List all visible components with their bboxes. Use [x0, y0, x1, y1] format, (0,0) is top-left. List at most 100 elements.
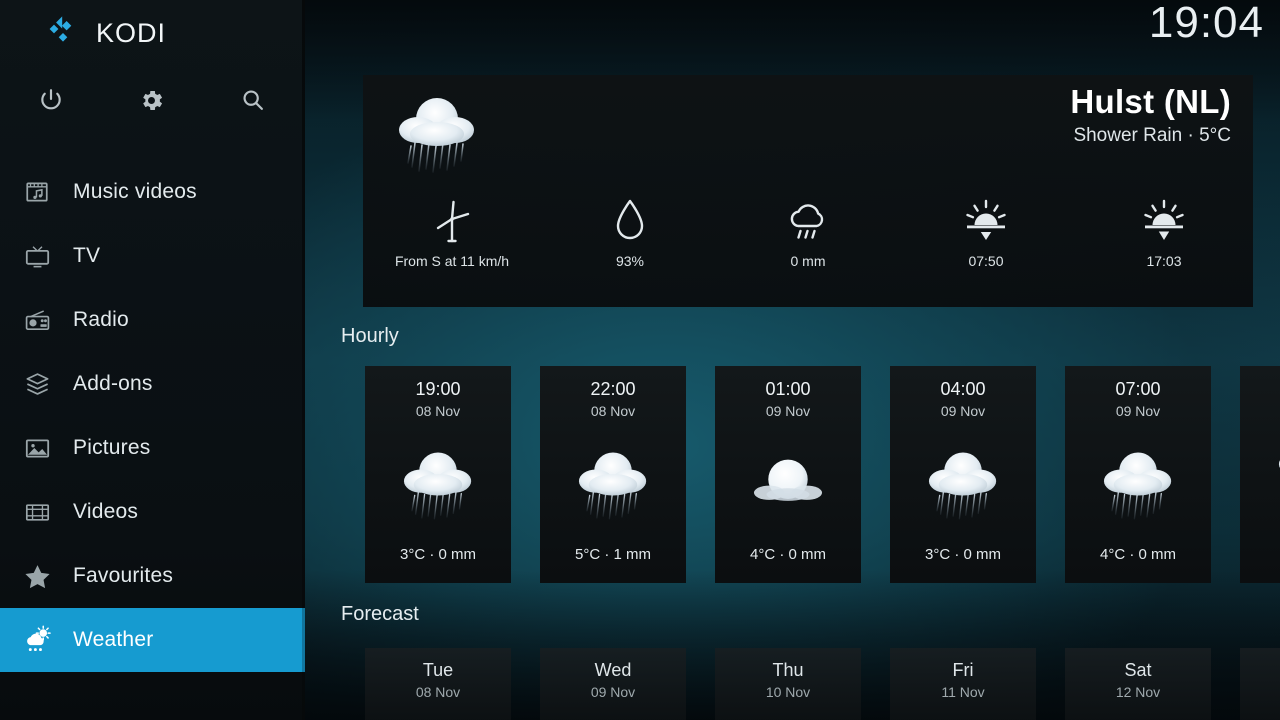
forecast-card[interactable] — [1240, 648, 1280, 720]
quick-action-bar — [0, 76, 305, 124]
forecast-day: Sat — [1124, 660, 1152, 680]
hourly-time: 01:00 — [765, 379, 811, 399]
sidebar-item-weather[interactable]: Weather — [0, 608, 305, 672]
sidebar-item-label: Radio — [73, 308, 129, 331]
stat-wind: From S at 11 km/h — [363, 191, 541, 307]
forecast-card[interactable]: Thu 10 Nov — [715, 648, 861, 720]
sidebar-item-label: Pictures — [73, 436, 151, 459]
hourly-values: 5°C · 1 mm — [574, 546, 651, 563]
current-city: Hulst (NL) — [1070, 83, 1231, 120]
stat-value: 17:03 — [1146, 253, 1182, 269]
addons-box-icon — [12, 371, 62, 398]
stat-sunset: 17:03 — [1075, 191, 1253, 307]
forecast-card[interactable]: Wed 09 Nov — [540, 648, 686, 720]
shower-rain-icon — [890, 419, 1036, 546]
power-button[interactable] — [0, 76, 101, 124]
brand: KODI — [48, 14, 166, 53]
hourly-values: 3°C · 0 mm — [399, 546, 476, 563]
picture-icon — [12, 435, 62, 462]
moon-cloud-icon — [715, 419, 861, 546]
sidebar-item-videos[interactable]: Videos — [0, 480, 305, 544]
forecast-day: Fri — [952, 660, 974, 680]
forecast-day: Thu — [772, 660, 804, 680]
hourly-values: 4°C · 0 mm — [1099, 546, 1176, 563]
hourly-card[interactable]: 04:00 09 Nov 3°C · 0 mm — [890, 366, 1036, 583]
sidebar-menu: Music videos TV Radio Add-ons Pictures V… — [0, 160, 305, 672]
weather-cloud-sun-rain-icon — [12, 625, 62, 655]
sidebar-item-pictures[interactable]: Pictures — [0, 416, 305, 480]
forecast-card[interactable]: Sat 12 Nov — [1065, 648, 1211, 720]
stat-value: 07:50 — [968, 253, 1004, 269]
shower-rain-icon — [365, 419, 511, 546]
hourly-card[interactable]: 01:00 09 Nov 4°C · 0 mm — [715, 366, 861, 583]
sidebar-item-tv[interactable]: TV — [0, 224, 305, 288]
sidebar-item-label: Add-ons — [73, 372, 153, 395]
sidebar: KODI Music videos TV Radio Add-ons Pictu… — [0, 0, 305, 720]
hourly-date: 09 Nov — [940, 402, 986, 419]
forecast-day: Tue — [422, 660, 454, 680]
stat-precipitation: 0 mm — [719, 191, 897, 307]
hourly-card[interactable]: 19:00 08 Nov 3°C · 0 mm — [365, 366, 511, 583]
sidebar-item-radio[interactable]: Radio — [0, 288, 305, 352]
forecast-card[interactable]: Fri 11 Nov — [890, 648, 1036, 720]
hourly-date: 09 Nov — [765, 402, 811, 419]
sidebar-item-music-videos[interactable]: Music videos — [0, 160, 305, 224]
forecast-date: 09 Nov — [590, 683, 636, 700]
radio-icon — [12, 307, 62, 334]
hourly-card[interactable]: 22:00 08 Nov 5°C · 1 mm — [540, 366, 686, 583]
hourly-date: 08 Nov — [590, 402, 636, 419]
shower-rain-icon — [1240, 383, 1280, 546]
power-icon — [38, 87, 64, 113]
hourly-values: 4°C · 0 mm — [749, 546, 826, 563]
forecast-date: 08 Nov — [415, 683, 461, 700]
current-condition: Shower Rain · 5°C — [1073, 124, 1231, 146]
current-conditions-panel[interactable]: Hulst (NL) Shower Rain · 5°C From S at 1 — [363, 75, 1253, 307]
stat-value: 93% — [615, 253, 645, 269]
search-button[interactable] — [202, 76, 303, 124]
hourly-card[interactable]: 5 — [1240, 366, 1280, 583]
settings-button[interactable] — [101, 76, 202, 124]
stat-value: 0 mm — [790, 253, 826, 269]
current-stats-row: From S at 11 km/h 93% 0 mm 07:50 17:03 — [363, 191, 1253, 307]
kodi-logo-icon — [48, 14, 82, 53]
daily-forecast-list: Tue 08 Nov Wed 09 Nov Thu 10 Nov Fri 11 … — [365, 648, 1280, 720]
forecast-date: 10 Nov — [765, 683, 811, 700]
hourly-date: 08 Nov — [415, 402, 461, 419]
hourly-time: 22:00 — [590, 379, 636, 399]
sidebar-item-label: TV — [73, 244, 101, 267]
forecast-date: 12 Nov — [1115, 683, 1161, 700]
shower-rain-icon — [385, 83, 489, 184]
status-clock: 19:04 — [1148, 0, 1264, 47]
water-drop-icon — [613, 195, 647, 247]
gear-icon — [138, 87, 165, 114]
section-title-forecast: Forecast — [341, 603, 419, 625]
sunset-icon — [1141, 195, 1187, 247]
sidebar-item-label: Music videos — [73, 180, 197, 203]
sunrise-icon — [963, 195, 1009, 247]
sidebar-item-label: Favourites — [73, 564, 174, 587]
hourly-date: 09 Nov — [1115, 402, 1161, 419]
rain-cloud-icon — [784, 195, 832, 247]
search-icon — [240, 87, 266, 113]
hourly-values: 3°C · 0 mm — [924, 546, 1001, 563]
shower-rain-icon — [540, 419, 686, 546]
brand-name: KODI — [96, 18, 167, 48]
section-title-hourly: Hourly — [341, 325, 399, 347]
sidebar-item-favourites[interactable]: Favourites — [0, 544, 305, 608]
stat-value: From S at 11 km/h — [394, 253, 510, 269]
sidebar-item-label: Weather — [73, 628, 154, 651]
forecast-date: 11 Nov — [941, 683, 985, 700]
sidebar-item-add-ons[interactable]: Add-ons — [0, 352, 305, 416]
film-strip-icon — [12, 499, 62, 526]
current-header: Hulst (NL) Shower Rain · 5°C — [363, 75, 1253, 190]
star-icon — [12, 562, 62, 591]
forecast-card[interactable]: Tue 08 Nov — [365, 648, 511, 720]
current-location-block: Hulst (NL) Shower Rain · 5°C — [1070, 83, 1231, 147]
sidebar-item-label: Videos — [73, 500, 139, 523]
hourly-time: 04:00 — [940, 379, 986, 399]
main-content: 19:04 Hulst (NL) Shower Rain · 5°C From … — [305, 0, 1280, 720]
hourly-time: 19:00 — [415, 379, 461, 399]
hourly-card[interactable]: 07:00 09 Nov 4°C · 0 mm — [1065, 366, 1211, 583]
forecast-day: Wed — [594, 660, 632, 680]
stat-sunrise: 07:50 — [897, 191, 1075, 307]
